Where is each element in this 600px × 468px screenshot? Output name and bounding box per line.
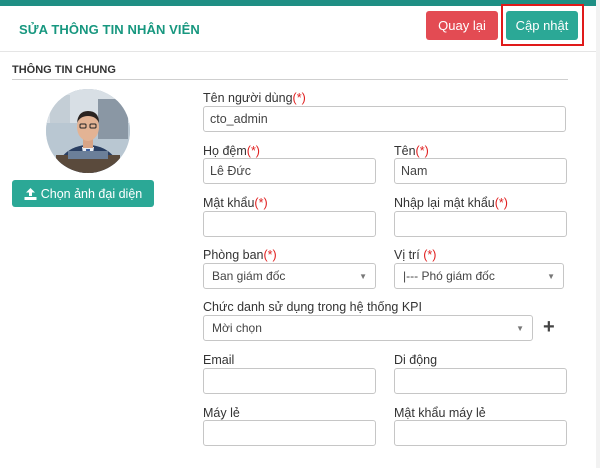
choose-avatar-label: Chọn ảnh đại diện (40, 186, 143, 201)
password-confirm-label: Nhập lại mật khẩu(*) (394, 196, 508, 210)
caret-down-icon: ▼ (547, 271, 555, 281)
scrollbar-track[interactable] (596, 0, 600, 468)
position-select[interactable]: |--- Phó giám đốc ▼ (394, 263, 564, 289)
caret-down-icon: ▼ (359, 271, 367, 281)
section-divider (12, 79, 568, 80)
username-input[interactable]: cto_admin (203, 106, 566, 132)
password-input[interactable] (203, 211, 376, 237)
email-input[interactable] (203, 368, 376, 394)
kpi-title-select[interactable]: Mời chọn ▼ (203, 315, 533, 341)
extension-password-label: Mật khẩu máy lẻ (394, 406, 486, 420)
section-title: THÔNG TIN CHUNG (12, 64, 116, 76)
password-label: Mật khẩu(*) (203, 196, 268, 210)
surname-input[interactable]: Lê Đức (203, 158, 376, 184)
department-select[interactable]: Ban giám đốc ▼ (203, 263, 376, 289)
page-title: SỬA THÔNG TIN NHÂN VIÊN (19, 22, 200, 37)
email-label: Email (203, 353, 235, 367)
caret-down-icon: ▼ (516, 323, 524, 333)
header-divider (0, 51, 600, 52)
add-icon[interactable]: + (543, 317, 555, 337)
position-label: Vị trí (*) (394, 248, 437, 262)
department-label: Phòng ban(*) (203, 248, 277, 262)
kpi-title-label: Chức danh sử dụng trong hệ thống KPI (203, 300, 422, 314)
extension-label: Máy lẻ (203, 406, 240, 420)
position-value: |--- Phó giám đốc (403, 269, 495, 283)
extension-input[interactable] (203, 420, 376, 446)
surname-label: Họ đệm(*) (203, 144, 260, 158)
mobile-label: Di động (394, 353, 438, 367)
back-button[interactable]: Quay lại (426, 11, 498, 40)
username-label: Tên người dùng(*) (203, 91, 306, 105)
firstname-input[interactable]: Nam (394, 158, 567, 184)
extension-password-input[interactable] (394, 420, 567, 446)
password-confirm-input[interactable] (394, 211, 567, 237)
choose-avatar-button[interactable]: Chọn ảnh đại diện (12, 180, 154, 207)
mobile-input[interactable] (394, 368, 567, 394)
kpi-title-value: Mời chọn (212, 321, 262, 335)
firstname-label: Tên(*) (394, 144, 429, 158)
update-button-highlight (501, 4, 584, 46)
avatar (46, 89, 130, 173)
upload-icon (24, 187, 37, 200)
department-value: Ban giám đốc (212, 269, 286, 283)
